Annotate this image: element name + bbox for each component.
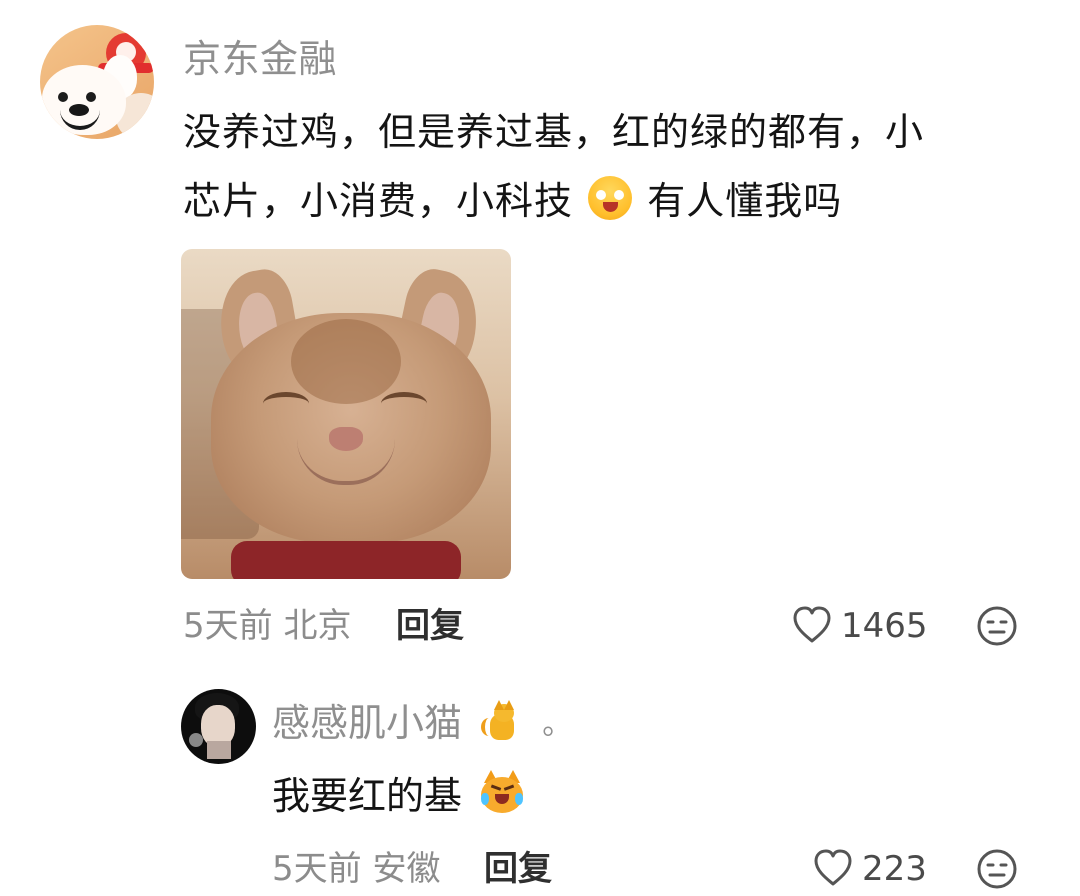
crying-cat-emoji [478,769,526,817]
reply-button[interactable]: 回复 [396,604,464,648]
username[interactable]: 京东金融 [183,35,337,83]
timestamp-location: 5天前 北京 [183,606,352,646]
reply-text: 我要红的基 [272,764,526,828]
neutral-face-icon[interactable] [976,605,1018,647]
heart-icon [814,849,852,886]
like-count: 1465 [841,606,928,646]
neck-icon [207,741,231,759]
cat-eye-right [381,392,427,415]
like-button[interactable]: 1465 [791,604,928,648]
reply-like-count: 223 [862,849,927,889]
reply-username-text: 感感肌小猫 [272,701,463,745]
heart-icon [793,606,831,643]
cat-collar [231,541,461,579]
comment-line-1: 没养过鸡，但是养过基，红的绿的都有，小 [183,110,925,154]
comment-line-2-end: 有人懂我吗 [647,179,843,223]
reply-button[interactable]: 回复 [484,847,552,891]
reply-avatar[interactable] [181,689,256,764]
cat-emoji [480,700,522,744]
attached-image[interactable] [181,249,511,579]
cat-eye-left [263,392,309,415]
reply-username[interactable]: 感感肌小猫 。 [272,699,572,749]
cat-forehead [291,319,401,404]
reply-text-content: 我要红的基 [272,774,463,818]
comment-text: 没养过鸡，但是养过基，红的绿的都有，小 芯片，小消费，小科技 有人懂我吗 [183,98,1038,236]
avatar[interactable] [40,25,154,139]
dog-eye-icon [58,92,68,102]
reply-timestamp-location: 5天前 安徽 [272,849,441,889]
reply-like-button[interactable]: 223 [812,847,927,891]
smiling-bag-emoji [588,176,633,220]
neutral-face-icon[interactable] [976,848,1018,890]
comment-line-2-start: 芯片，小消费，小科技 [183,179,574,223]
microphone-icon [189,733,203,747]
username-suffix: 。 [542,707,573,742]
dog-eye-icon [86,92,96,102]
